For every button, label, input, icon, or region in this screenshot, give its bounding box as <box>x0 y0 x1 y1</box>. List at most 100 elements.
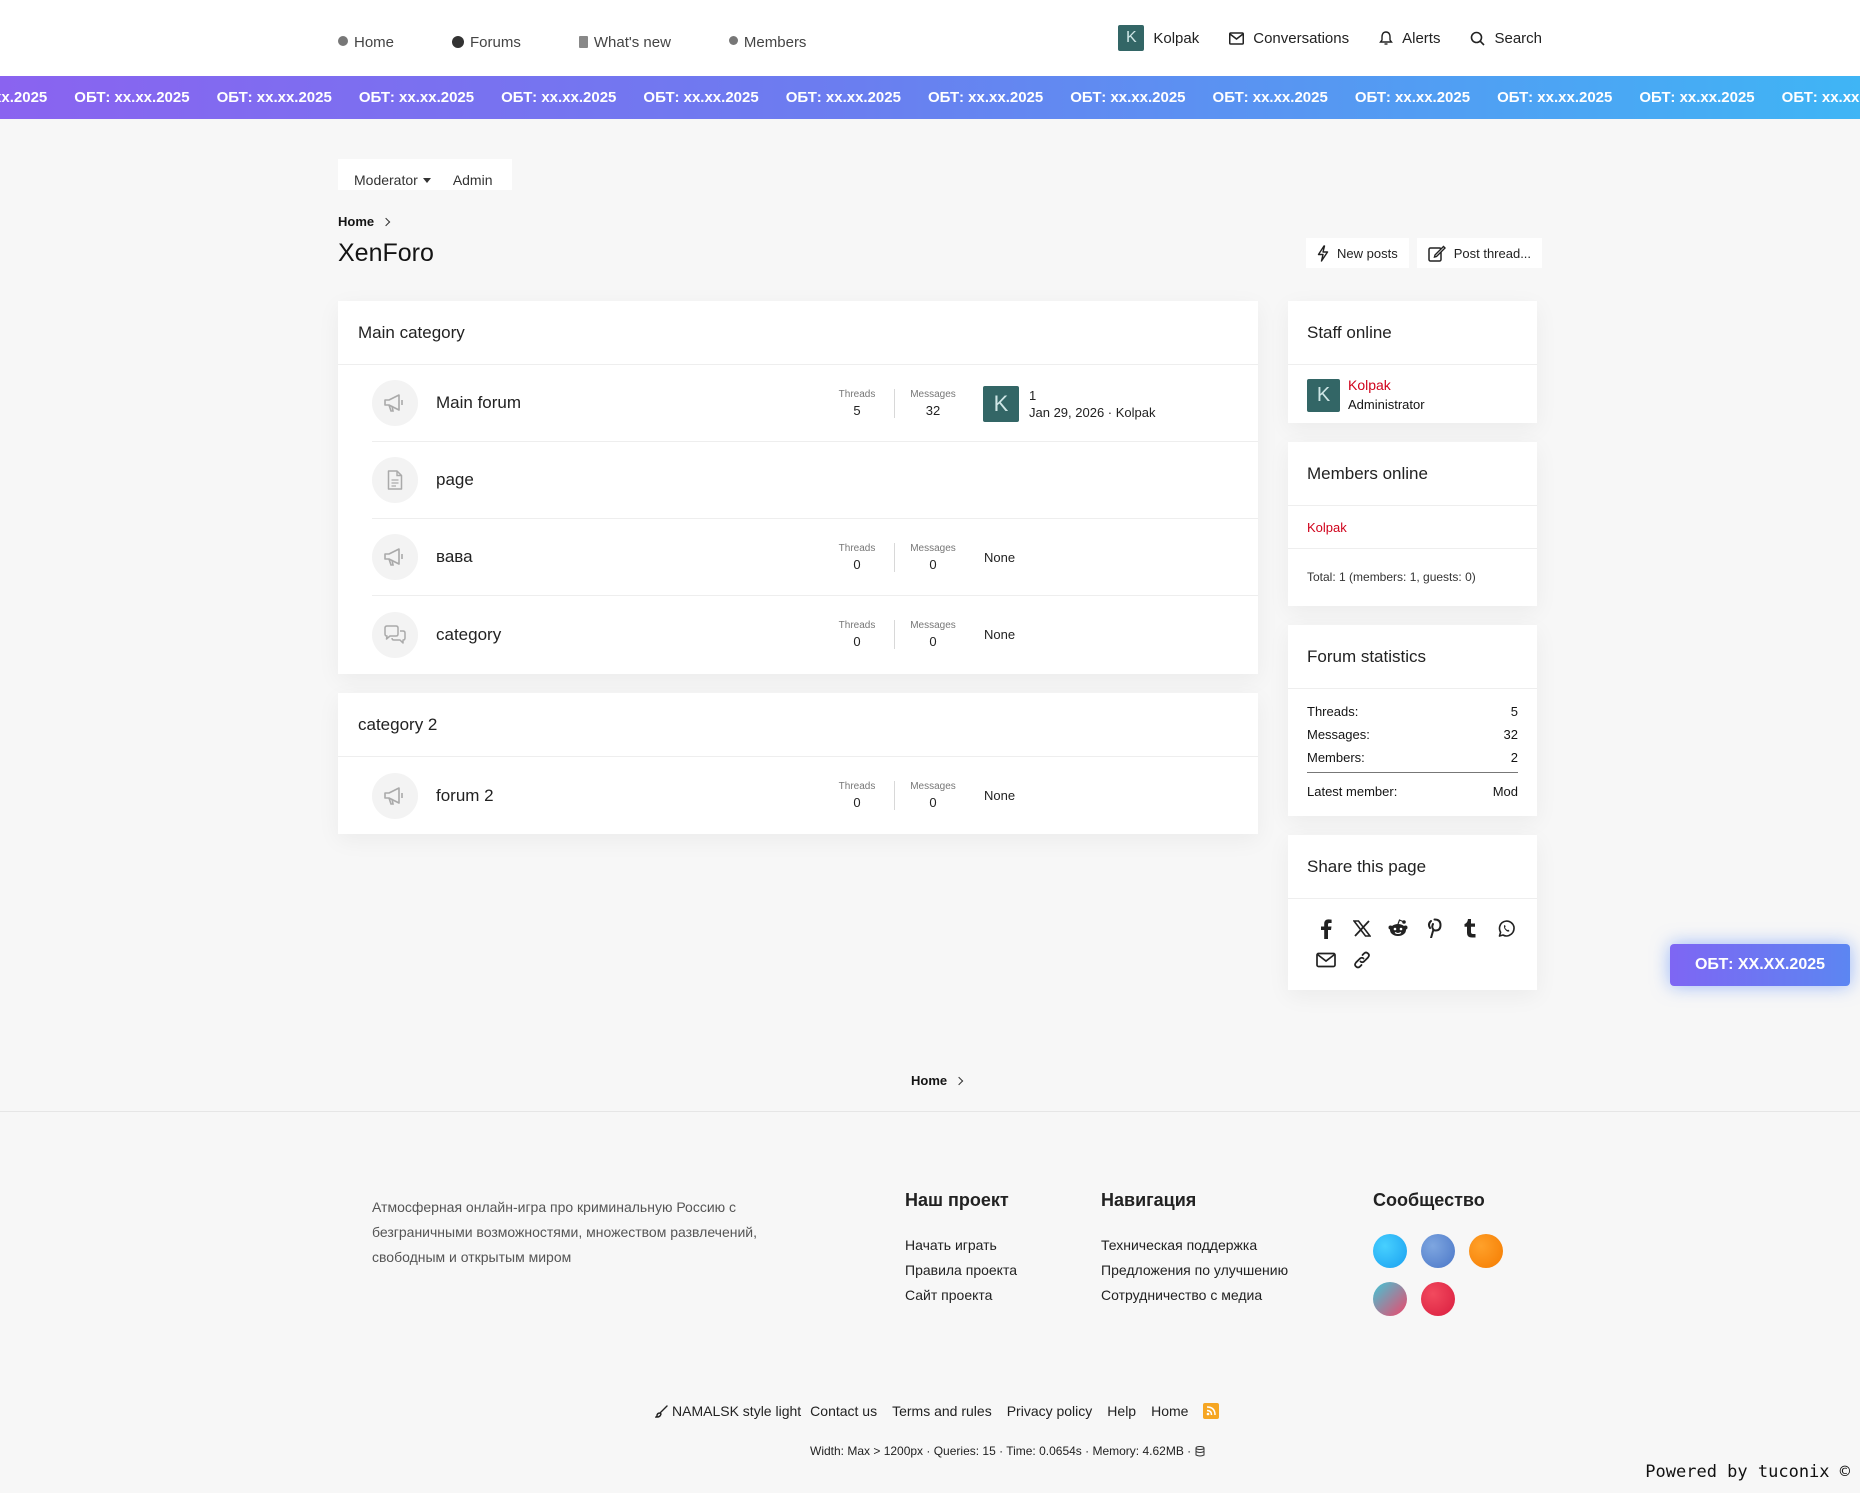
post-thread-button[interactable]: Post thread... <box>1416 238 1543 268</box>
megaphone-icon <box>372 772 418 819</box>
node-title[interactable]: Main forum <box>436 393 521 413</box>
marquee-item: ОБТ: xx.xx.2025 <box>1070 89 1186 106</box>
members-online-widget: Members online Kolpak Total: 1 (members:… <box>1288 442 1537 606</box>
pinterest-icon[interactable] <box>1423 917 1445 939</box>
reddit-icon[interactable] <box>1387 917 1409 939</box>
online-member[interactable]: Kolpak <box>1288 506 1537 549</box>
privacy-link[interactable]: Privacy policy <box>1007 1403 1093 1419</box>
footer-column-title: Навигация <box>1101 1190 1197 1210</box>
avatar[interactable]: K <box>1307 378 1340 412</box>
contact-us-link[interactable]: Contact us <box>810 1403 877 1419</box>
x-icon[interactable] <box>1351 917 1373 939</box>
marquee-item: ОБТ: xx.xx.2025 <box>785 89 901 106</box>
threads-stat: Threads 0 <box>838 620 876 649</box>
chevron-right-icon <box>381 217 391 226</box>
messages-stat: Messages 0 <box>894 620 970 649</box>
footer-navigation-column: Навигация Техническая поддержка Предложе… <box>1101 1190 1288 1308</box>
rss-icon[interactable] <box>1203 1403 1220 1419</box>
marquee-item: ОБТ: xx.xx.2025 <box>1639 89 1755 106</box>
nav-tab-home[interactable]: Home <box>338 24 394 48</box>
whatsapp-icon[interactable] <box>1495 917 1517 939</box>
facebook-icon[interactable] <box>1315 917 1337 939</box>
page-icon <box>372 457 418 503</box>
avatar[interactable]: K <box>983 385 1019 422</box>
edit-icon <box>1427 245 1446 262</box>
alerts-link[interactable]: Alerts <box>1379 30 1440 47</box>
odnoklassniki-icon[interactable] <box>1469 1234 1503 1268</box>
chevron-right-icon <box>954 1076 964 1085</box>
category-block: Main category Main forum Threads 5 Messag… <box>338 301 1258 674</box>
telegram-icon[interactable] <box>1373 1234 1407 1268</box>
footer-breadcrumb: Home <box>911 1073 964 1088</box>
breadcrumb-home[interactable]: Home <box>911 1073 947 1088</box>
obt-floating-button[interactable]: ОБТ: XX.XX.2025 <box>1670 944 1850 986</box>
node-title[interactable]: вава <box>436 547 473 567</box>
marquee-track: ОБТ: xx.xx.2025 ОБТ: xx.xx.2025 ОБТ: xx.xx… <box>0 76 1860 119</box>
latest-member-link[interactable]: Mod <box>1493 784 1518 799</box>
forum-statistics-widget: Forum statistics Threads: 5 Messages: 32 M… <box>1288 625 1537 816</box>
envelope-icon <box>1229 31 1245 45</box>
tiktok-icon[interactable] <box>1373 1282 1407 1316</box>
node-stats: Threads 0 Messages 0 <box>820 757 970 834</box>
breadcrumb-home[interactable]: Home <box>338 214 374 229</box>
last-post: K 1 Jan 29, 2026 · Kolpak <box>983 365 1155 442</box>
staff-username[interactable]: Kolpak <box>1348 376 1425 395</box>
breadcrumb: Home <box>338 214 391 229</box>
category-header[interactable]: category 2 <box>338 693 1258 757</box>
footer-links: NAMALSK style light Contact us Terms and… <box>655 1403 1220 1419</box>
node-title[interactable]: forum 2 <box>436 786 494 806</box>
stat-messages: Messages: 32 <box>1307 727 1518 742</box>
marquee-item: ОБТ: xx.xx.2025 <box>1497 89 1613 106</box>
category-header[interactable]: Main category <box>338 301 1258 365</box>
last-post-title[interactable]: 1 <box>1029 387 1155 404</box>
new-posts-button[interactable]: New posts <box>1306 238 1409 268</box>
footer-description: Атмосферная онлайн-игра про криминальную… <box>372 1199 758 1265</box>
terms-link[interactable]: Terms and rules <box>892 1403 992 1419</box>
marquee-item: ОБТ: xx.xx.2025 <box>643 89 759 106</box>
marquee-item: ОБТ: xx.xx.2025 <box>358 89 475 106</box>
footer-link[interactable]: Сотрудничество с медиа <box>1101 1283 1288 1308</box>
footer-link[interactable]: Техническая поддержка <box>1101 1233 1288 1258</box>
style-chooser[interactable]: NAMALSK style light <box>655 1403 801 1419</box>
vk-icon[interactable] <box>1421 1234 1455 1268</box>
messages-stat: Messages 0 <box>894 543 970 572</box>
user-menu[interactable]: K Kolpak <box>1118 25 1199 51</box>
node-stats: Threads 0 Messages 0 <box>820 596 970 673</box>
footer-link[interactable]: Начать играть <box>905 1233 1017 1258</box>
footer-divider <box>0 1111 1860 1112</box>
home-link[interactable]: Home <box>1151 1403 1188 1419</box>
tumblr-icon[interactable] <box>1459 917 1481 939</box>
node-title[interactable]: page <box>436 470 474 490</box>
conversations-link[interactable]: Conversations <box>1229 30 1349 47</box>
link-icon[interactable] <box>1351 949 1373 971</box>
nav-tab-members[interactable]: Members <box>728 24 806 48</box>
username: Kolpak <box>1153 29 1200 47</box>
search-link[interactable]: Search <box>1470 30 1542 47</box>
file-icon <box>578 36 588 48</box>
moderator-menu[interactable]: Moderator <box>354 172 431 188</box>
messages-stat: Messages 0 <box>894 781 970 810</box>
search-icon <box>1471 31 1486 46</box>
last-post-none: None <box>984 788 1016 803</box>
footer-link[interactable]: Правила проекта <box>905 1258 1017 1283</box>
node-stats: Threads 5 Messages 32 <box>820 365 970 442</box>
messages-stat: Messages 32 <box>894 389 970 418</box>
admin-link[interactable]: Admin <box>453 172 493 188</box>
nav-tab-forums[interactable]: Forums <box>452 24 521 48</box>
email-icon[interactable] <box>1315 949 1337 971</box>
threads-stat: Threads 0 <box>838 781 876 810</box>
marquee-item: ОБТ: xx.xx.2025 <box>74 89 190 106</box>
youtube-icon[interactable] <box>1421 1282 1455 1316</box>
node-stats: Threads 0 Messages 0 <box>820 519 970 596</box>
node-category: category Threads 0 Messages 0 None <box>372 596 1258 673</box>
help-link[interactable]: Help <box>1107 1403 1136 1419</box>
marquee-item: ОБТ: xx.xx.2025 <box>501 89 617 106</box>
node-main-forum: Main forum Threads 5 Messages 32 K 1 Jan 2… <box>372 365 1258 442</box>
stat-latest-member: Latest member: Mod <box>1307 784 1518 799</box>
nav-tab-whats-new[interactable]: What's new <box>578 24 671 48</box>
widget-title: Share this page <box>1288 835 1537 899</box>
footer-link[interactable]: Предложения по улучшению <box>1101 1258 1288 1283</box>
node-title[interactable]: category <box>436 625 501 645</box>
footer-link[interactable]: Сайт проекта <box>905 1283 1017 1308</box>
database-icon[interactable] <box>1195 1445 1205 1457</box>
